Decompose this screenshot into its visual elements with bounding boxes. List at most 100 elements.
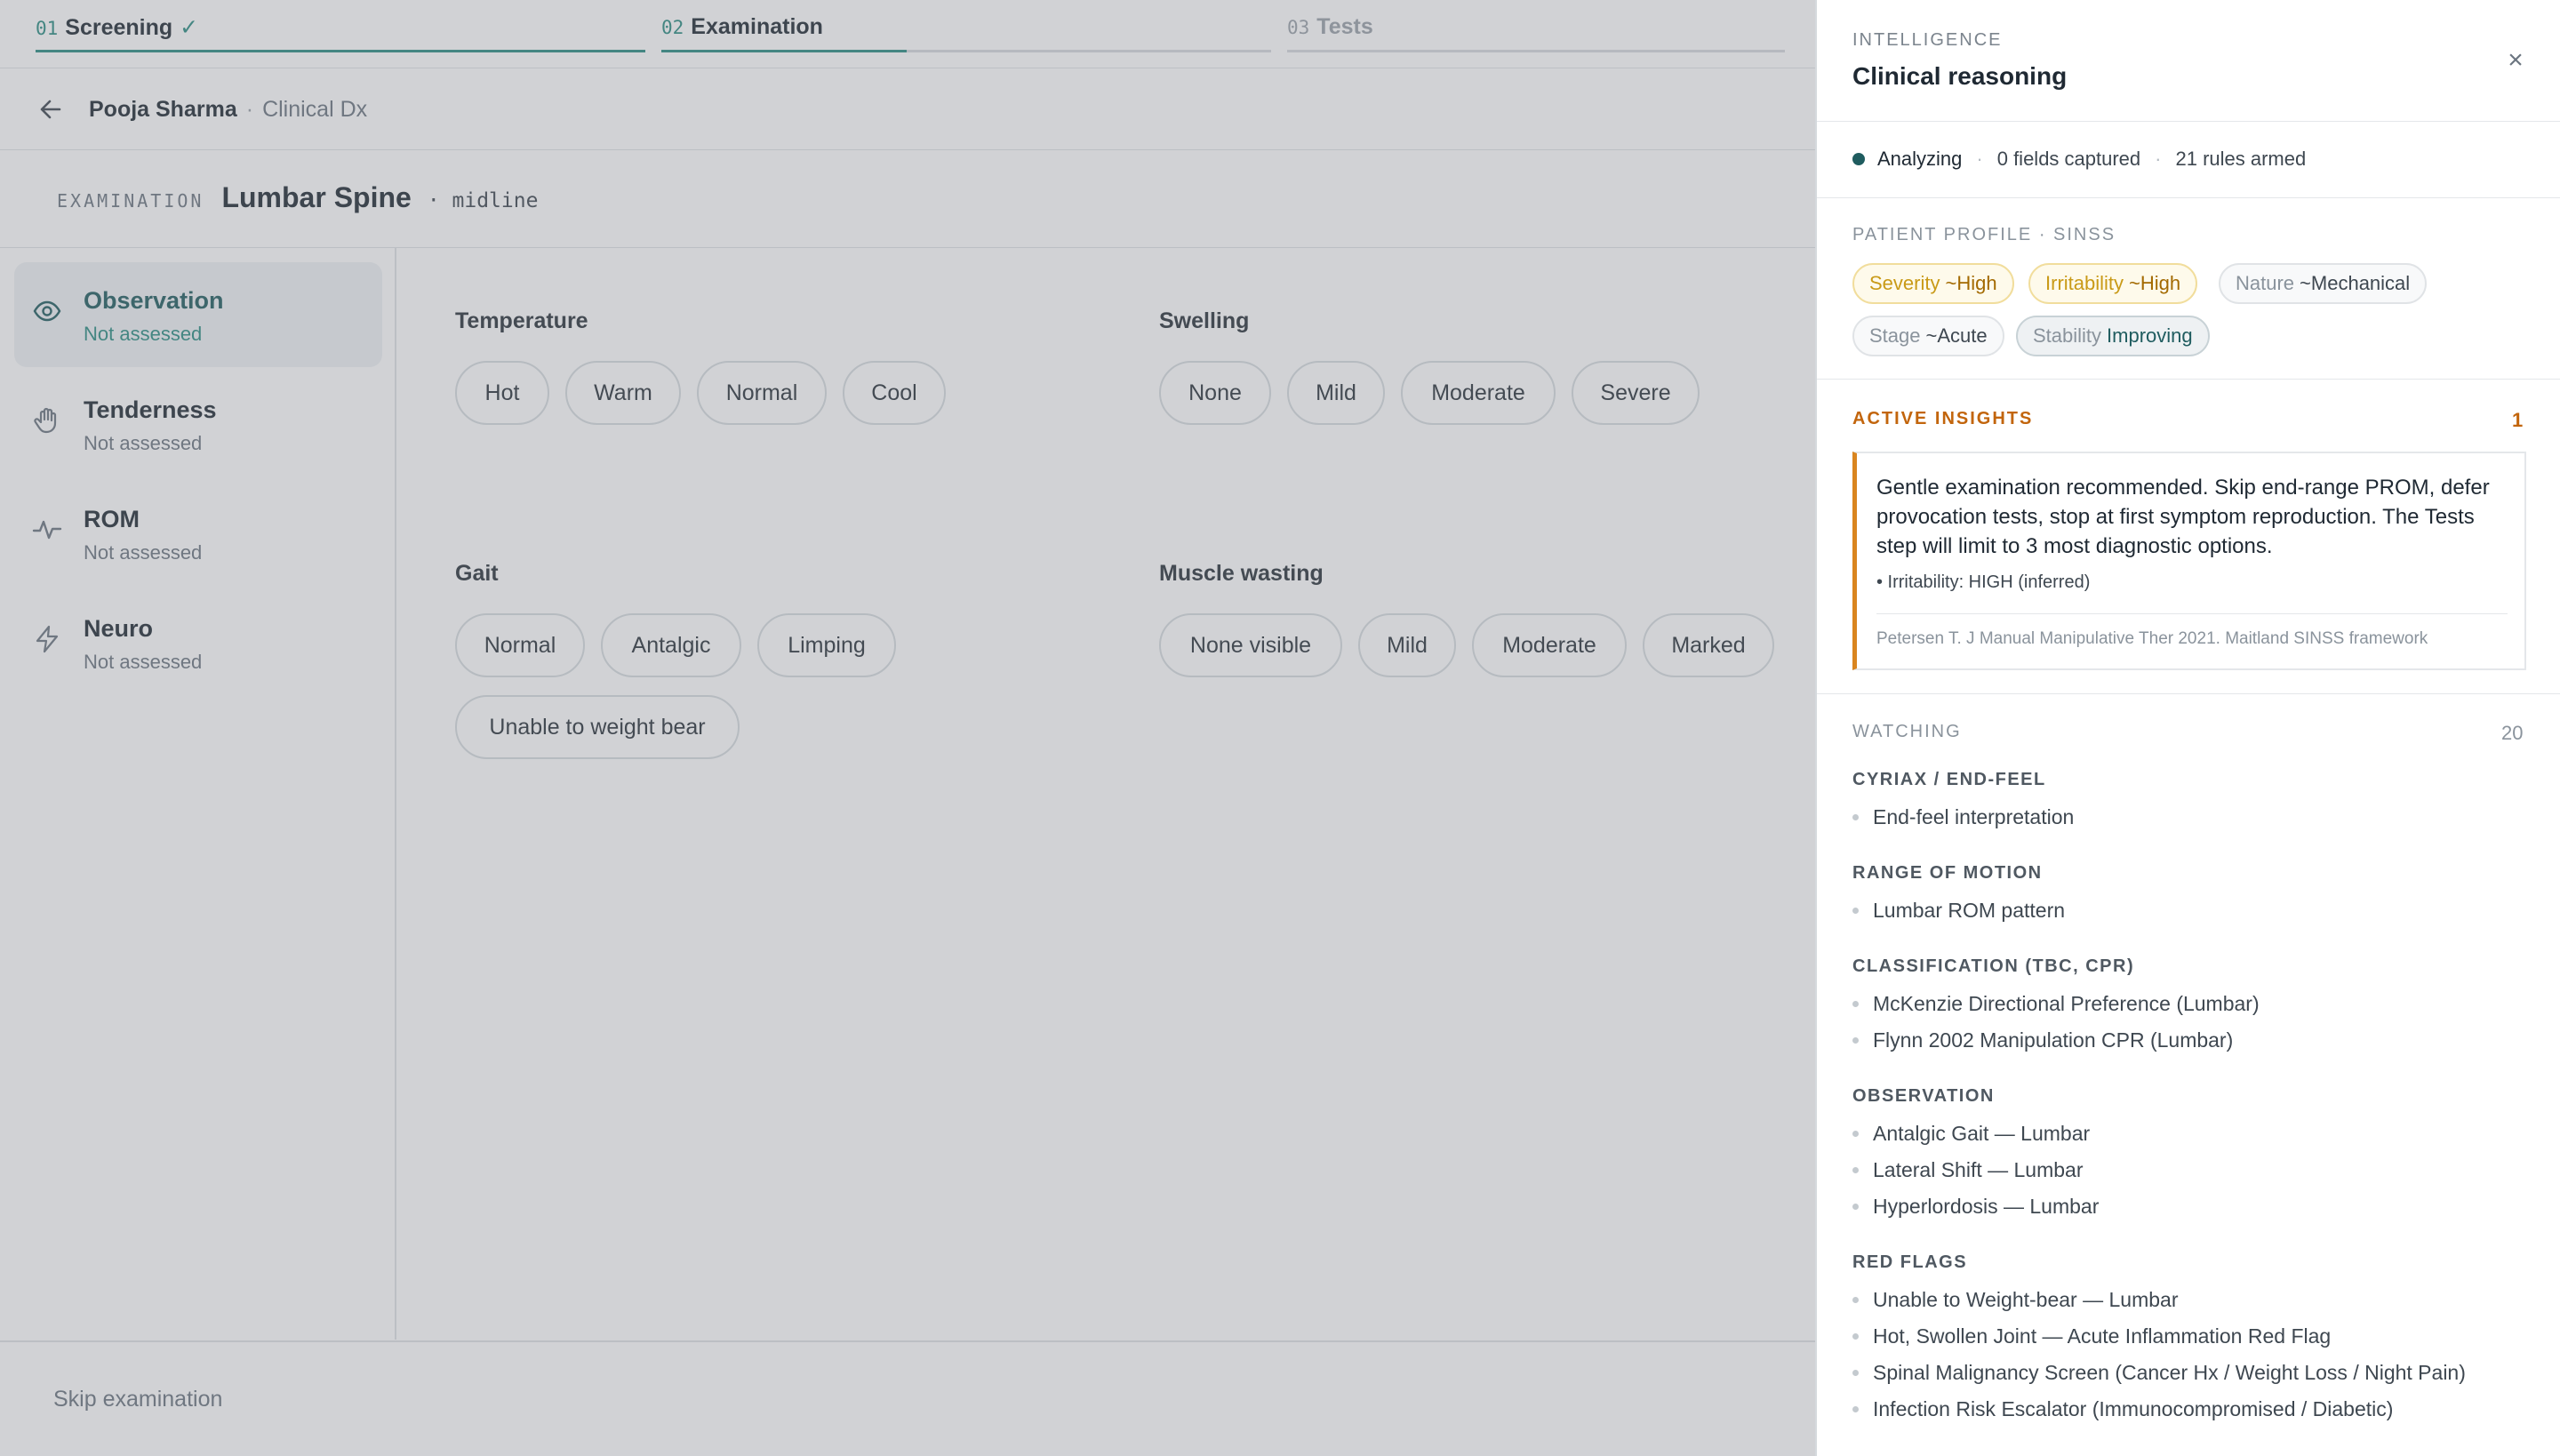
group-label: Gait xyxy=(455,561,499,586)
watch-item: End-feel interpretation xyxy=(1852,805,2074,829)
option-chip[interactable]: Normal xyxy=(455,613,585,677)
bullet-dot-icon xyxy=(1852,1001,1859,1007)
option-chip[interactable]: Mild xyxy=(1287,361,1385,425)
status-separator: · xyxy=(1976,148,1983,170)
watch-section-title: OBSERVATION xyxy=(1852,1086,1995,1106)
watch-section-title: RANGE OF MOTION xyxy=(1852,863,2043,883)
option-chip[interactable]: Mild xyxy=(1358,613,1456,677)
option-chip[interactable]: Normal xyxy=(697,361,827,425)
watch-item-label: End-feel interpretation xyxy=(1873,805,2075,828)
hand-icon xyxy=(32,405,62,436)
pill-key: Stability xyxy=(2033,324,2102,347)
option-chip[interactable]: Limping xyxy=(757,613,896,677)
watch-item-label: Spinal Malignancy Screen (Cancer Hx / We… xyxy=(1873,1361,2466,1384)
option-chip[interactable]: Moderate xyxy=(1472,613,1627,677)
status-separator: · xyxy=(2155,148,2162,170)
bullet-dot-icon xyxy=(1852,1167,1859,1173)
group-label: Muscle wasting xyxy=(1159,561,1324,586)
watch-item-label: Unable to Weight-bear — Lumbar xyxy=(1873,1288,2179,1311)
region-title: Lumbar Spine xyxy=(221,181,412,213)
nav-item-label: Tenderness xyxy=(84,396,217,423)
nav-item-observation[interactable]: Observation Not assessed xyxy=(14,262,382,367)
divider xyxy=(1817,197,2560,198)
group-temperature: Temperature Hot Warm Normal Cool xyxy=(455,308,1077,425)
watch-item-label: McKenzie Directional Preference (Lumbar) xyxy=(1873,992,2260,1015)
pill-key: Severity xyxy=(1869,272,1940,294)
step-examination[interactable]: 02 Examination xyxy=(661,14,1271,57)
chip-row: None Mild Moderate Severe xyxy=(1159,361,1781,425)
option-chip[interactable]: None visible xyxy=(1159,613,1342,677)
insight-text: Gentle examination recommended. Skip end… xyxy=(1876,476,2490,558)
insight-card: Gentle examination recommended. Skip end… xyxy=(1852,452,2526,670)
profile-kicker: PATIENT PROFILE · SINSS xyxy=(1852,225,2116,244)
rules-armed: 21 rules armed xyxy=(2175,148,2307,170)
option-chip[interactable]: Cool xyxy=(843,361,946,425)
option-chip[interactable]: None xyxy=(1159,361,1271,425)
bullet-dot-icon xyxy=(1852,1370,1859,1376)
watch-item: Hot, Swollen Joint — Acute Inflammation … xyxy=(1852,1324,2331,1348)
back-arrow-icon[interactable] xyxy=(36,94,66,124)
divider xyxy=(1817,693,2560,694)
panel-kicker: INTELLIGENCE xyxy=(1852,30,2003,50)
step-screening[interactable]: 01 Screening ✓ xyxy=(36,14,645,57)
clinical-reasoning-panel: INTELLIGENCE Clinical reasoning × Analyz… xyxy=(1815,0,2560,1456)
breadcrumb-separator: · xyxy=(245,96,254,122)
panel-title: Clinical reasoning xyxy=(1852,62,2068,90)
bullet-dot-icon xyxy=(1852,1131,1859,1137)
option-chip[interactable]: Warm xyxy=(565,361,681,425)
option-chip[interactable]: Hot xyxy=(455,361,549,425)
watch-item-label: Hot, Swollen Joint — Acute Inflammation … xyxy=(1873,1324,2332,1348)
profile-pill-stage: Stage ~Acute xyxy=(1852,316,2004,356)
bullet-dot-icon xyxy=(1852,1204,1859,1210)
divider xyxy=(1817,379,2560,380)
bullet-dot-icon xyxy=(1852,814,1859,820)
breadcrumb-context: Clinical Dx xyxy=(262,96,368,122)
nav-item-status: Not assessed xyxy=(84,541,203,564)
pill-value: Improving xyxy=(2107,324,2193,347)
page-kicker: EXAMINATION xyxy=(57,190,204,212)
watch-item: Hyperlordosis — Lumbar xyxy=(1852,1195,2099,1219)
pulse-icon xyxy=(32,515,62,545)
pill-key: Nature xyxy=(2236,272,2295,294)
nav-item-label: Neuro xyxy=(84,615,154,642)
option-chip[interactable]: Moderate xyxy=(1401,361,1556,425)
watching-count: 20 xyxy=(2501,722,2524,744)
option-chip[interactable]: Antalgic xyxy=(601,613,741,677)
watch-item: Infection Risk Escalator (Immunocompromi… xyxy=(1852,1397,2393,1421)
breadcrumb: Pooja Sharma · Clinical Dx xyxy=(36,94,367,124)
insights-count: 1 xyxy=(2512,409,2524,431)
insights-kicker: ACTIVE INSIGHTS xyxy=(1852,409,2034,428)
stepper: 01 Screening ✓ 02 Examination 03 Tests xyxy=(36,0,1785,57)
nav-item-status: Not assessed xyxy=(84,651,203,673)
lightning-icon xyxy=(32,624,62,654)
pill-value: ~Mechanical xyxy=(2300,272,2411,294)
nav-item-status: Not assessed xyxy=(84,323,203,345)
step-track xyxy=(1287,50,1785,52)
close-icon[interactable]: × xyxy=(2501,46,2530,75)
step-number: 03 xyxy=(1287,17,1310,38)
nav-item-neuro[interactable]: Neuro Not assessed xyxy=(14,590,382,695)
pill-key: Irritability xyxy=(2045,272,2124,294)
step-number: 02 xyxy=(661,17,684,38)
step-number: 01 xyxy=(36,18,59,39)
exam-section-nav: Observation Not assessed Tenderness Not … xyxy=(0,248,396,1340)
profile-pill-stability: Stability Improving xyxy=(2016,316,2210,356)
region-qualifier: · midline xyxy=(427,189,539,212)
analysis-status: Analyzing · 0 fields captured · 21 rules… xyxy=(1852,148,2306,171)
group-label: Temperature xyxy=(455,308,588,333)
nav-item-rom[interactable]: ROM Not assessed xyxy=(14,481,382,586)
profile-pill-nature: Nature ~Mechanical xyxy=(2219,263,2428,304)
watch-item-label: Hyperlordosis — Lumbar xyxy=(1873,1195,2100,1218)
nav-item-tenderness[interactable]: Tenderness Not assessed xyxy=(14,372,382,476)
step-tests[interactable]: 03 Tests xyxy=(1287,14,1785,57)
patient-name[interactable]: Pooja Sharma xyxy=(89,97,237,123)
profile-pill-severity: Severity ~High xyxy=(1852,263,2014,304)
watching-kicker: WATCHING xyxy=(1852,722,1962,741)
page-title: EXAMINATION Lumbar Spine · midline xyxy=(57,181,538,214)
watch-item-label: Lateral Shift — Lumbar xyxy=(1873,1158,2084,1181)
skip-examination-button[interactable]: Skip examination xyxy=(53,1387,222,1412)
bullet-dot-icon xyxy=(1852,1037,1859,1044)
option-chip[interactable]: Marked xyxy=(1643,613,1774,677)
option-chip[interactable]: Unable to weight bear xyxy=(455,695,740,759)
option-chip[interactable]: Severe xyxy=(1572,361,1700,425)
